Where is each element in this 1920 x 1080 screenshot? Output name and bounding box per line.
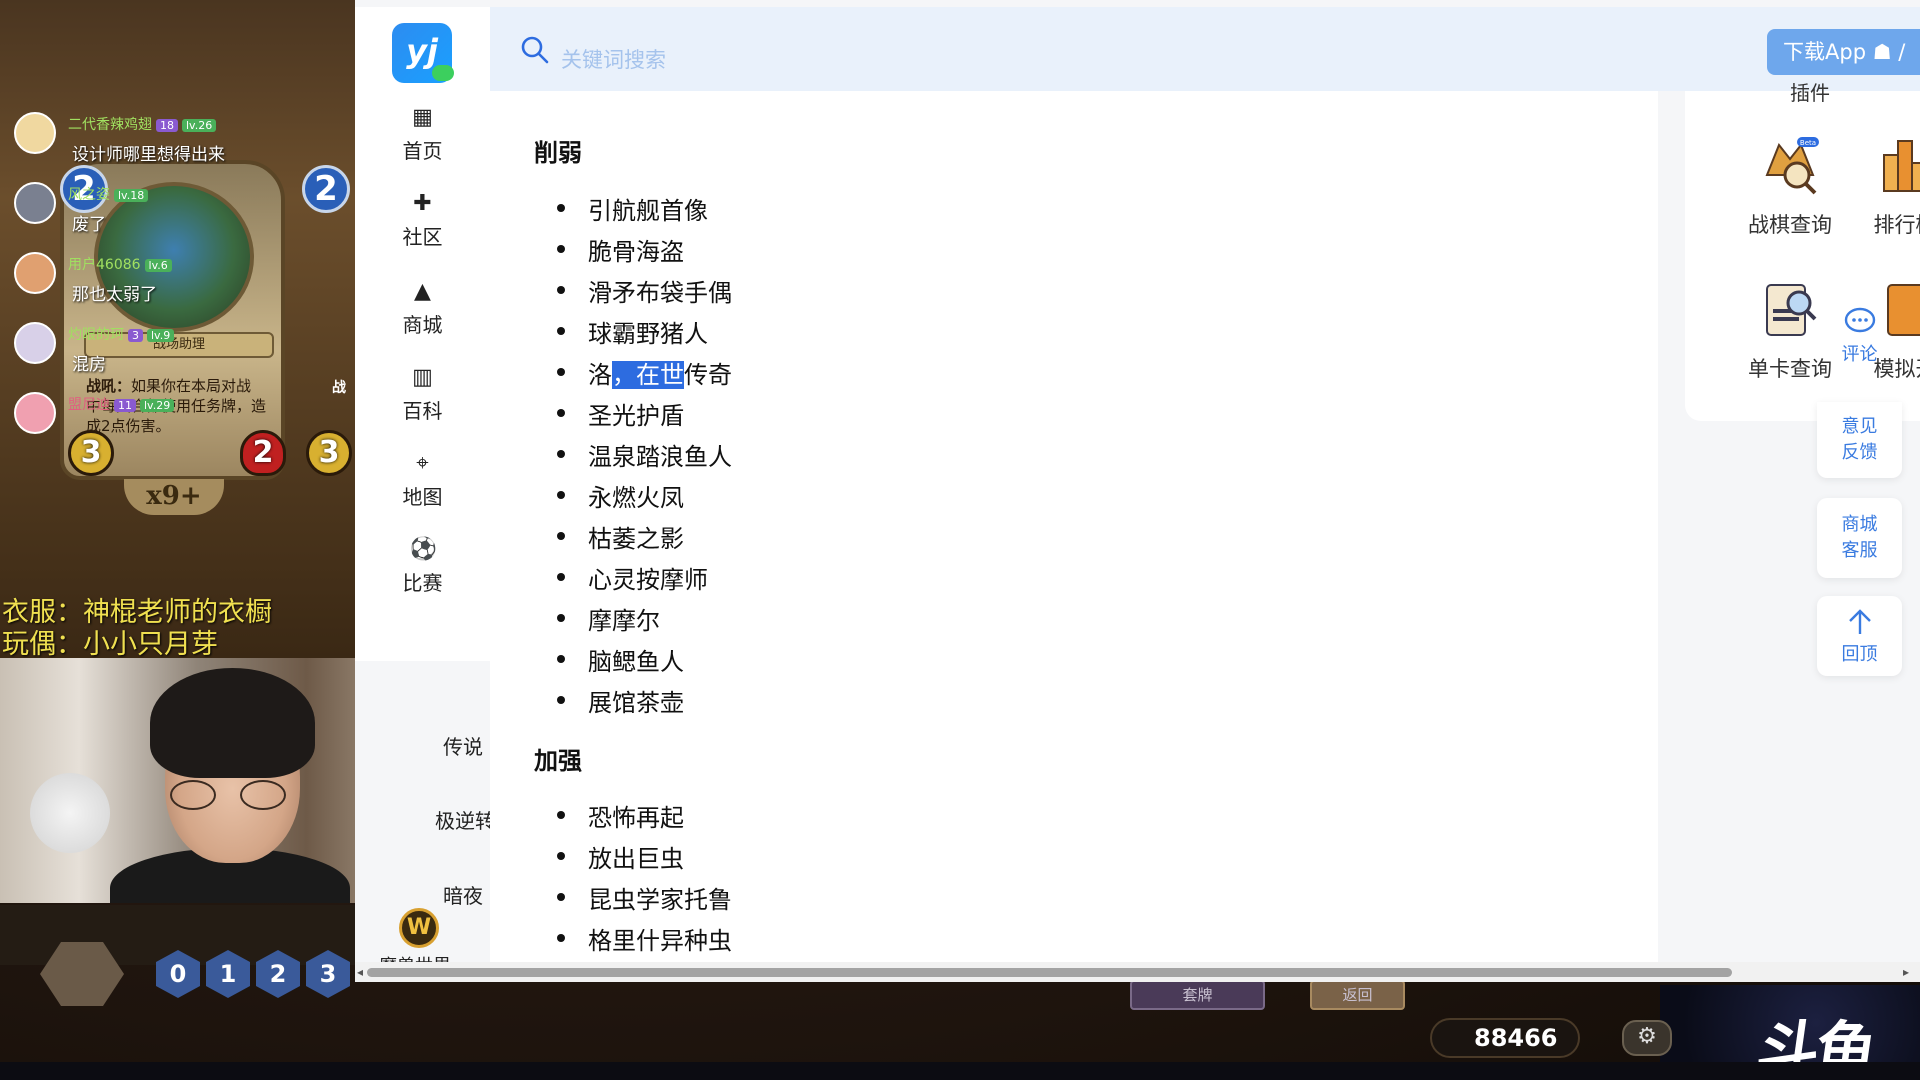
nav-wiki[interactable]: ▥ 百科 — [355, 365, 490, 435]
list-item: 温泉踏浪鱼人 — [557, 437, 732, 472]
fan — [30, 773, 110, 853]
horizontal-scrollbar[interactable]: ◂ ▸ — [355, 962, 1920, 982]
back-tab: 返回 — [1310, 980, 1405, 1010]
text-selection: ，在世 — [612, 361, 684, 389]
card-query-icon — [1766, 284, 1817, 336]
shop-icon: ▲ — [414, 279, 431, 304]
tool-leaderboard[interactable]: 排行榜 — [1850, 135, 1920, 239]
avatar — [14, 112, 56, 154]
avatar — [14, 322, 56, 364]
list-item: 摩摩尔 — [557, 601, 660, 636]
battleground-query-icon: Beta — [1765, 137, 1819, 195]
list-item: 恐怖再起 — [557, 798, 684, 833]
danmaku-message: 二代香辣鸡翅 18 lv.26 设计师哪里想得出来 — [14, 112, 254, 165]
section-heading-buff: 加强 — [534, 747, 582, 775]
home-icon: ▦ — [412, 105, 433, 130]
logo-box: yj — [355, 7, 490, 91]
nav-home[interactable]: ▦ 首页 — [355, 105, 490, 175]
match-icon: ⚽ — [409, 537, 437, 562]
comment-button[interactable]: 评论 — [1817, 298, 1902, 378]
left-nav: ▦ 首页 ✚ 社区 ▲ 商城 ▥ 百科 ⌖ 地图 ⚽ 比赛 — [355, 91, 490, 661]
deck-tab: 套牌 — [1130, 980, 1265, 1010]
list-item: 展馆茶壶 — [557, 683, 684, 718]
game-card-view: 战场助理 战吼：如果你在本局对战中每回合都使用任务牌，造成2点伤害。 x9+ 2… — [0, 0, 355, 660]
wow-icon: W — [399, 908, 439, 948]
danmaku-text: 混房 — [72, 355, 106, 375]
list-item-selected: 洛，在世传奇 — [557, 355, 732, 390]
gear-icon: ⚙ — [1622, 1020, 1672, 1056]
list-item: 永燃火凤 — [557, 478, 684, 513]
shop-service-button[interactable]: 商城 客服 — [1817, 498, 1902, 578]
list-item: 昆虫学家托鲁 — [557, 880, 732, 915]
back-to-top-button[interactable]: 回顶 — [1817, 596, 1902, 676]
second-card-attack: 3 — [306, 430, 352, 476]
browser-page: yj 关键词搜索 下载App ☗ / ▦ 首页 ✚ 社区 ▲ 商城 ▥ 百科 ⌖… — [355, 0, 1920, 982]
site-header: yj 关键词搜索 下载App ☗ / — [355, 7, 1920, 91]
danmaku-user: 二代香辣鸡翅 18 lv.26 — [68, 114, 217, 134]
avatar — [14, 392, 56, 434]
svg-text:Beta: Beta — [1800, 139, 1816, 147]
search-icon[interactable] — [520, 35, 550, 65]
scroll-left-icon[interactable]: ◂ — [357, 965, 363, 979]
danmaku-message: 风之姿 lv.18 废了 — [14, 182, 254, 235]
danmaku-user: 风之姿 lv.18 — [68, 184, 149, 204]
nav-shop[interactable]: ▲ 商城 — [355, 279, 490, 349]
arrow-up-icon — [1848, 609, 1871, 634]
scrollbar-thumb[interactable] — [367, 968, 1732, 977]
leaderboard-icon — [1883, 140, 1920, 192]
stream-overlay-toy: 玩偶：小小只月芽 — [2, 629, 218, 660]
section-heading-nerf: 削弱 — [534, 139, 582, 167]
search-input[interactable]: 关键词搜索 — [561, 44, 666, 74]
card-count: x9+ — [124, 479, 224, 515]
danmaku-text: 那也太弱了 — [72, 285, 157, 305]
nav-community[interactable]: ✚ 社区 — [355, 191, 490, 261]
list-item: 脑鳃鱼人 — [557, 642, 684, 677]
map-icon: ⌖ — [416, 451, 429, 476]
scroll-right-icon[interactable]: ▸ — [1903, 965, 1909, 979]
android-icon: ☗ — [1872, 40, 1892, 64]
list-item: 滑矛布袋手偶 — [557, 273, 732, 308]
avatar — [14, 182, 56, 224]
second-card-text: 战 — [332, 380, 346, 396]
list-item: 球霸野猪人 — [557, 314, 708, 349]
nav-partial-night[interactable]: 暗夜 — [443, 880, 483, 909]
danmaku-message: 灼眼的珂 3 lv.9 混房 — [14, 322, 254, 375]
article-content: 削弱 引航舰首像 脆骨海盗 滑矛布袋手偶 球霸野猪人 洛，在世传奇 圣光护盾 温… — [490, 91, 1658, 976]
download-app-button[interactable]: 下载App ☗ / — [1767, 29, 1920, 75]
danmaku-user: 灼眼的珂 3 lv.9 — [68, 324, 175, 344]
list-item: 枯萎之影 — [557, 519, 684, 554]
nav-partial-reversal[interactable]: 极逆转 — [435, 805, 495, 834]
nav-map[interactable]: ⌖ 地图 — [355, 451, 490, 521]
list-item: 脆骨海盗 — [557, 232, 684, 267]
header-partial-text: 插件 — [1790, 81, 1830, 105]
avatar — [14, 252, 56, 294]
danmaku-message: 盟尼迪 11 lv.29 — [14, 392, 254, 442]
danmaku-user: 盟尼迪 11 lv.29 — [68, 394, 175, 414]
tool-battleground-query[interactable]: Beta 战棋查询 — [1735, 135, 1845, 239]
danmaku-text: 废了 — [72, 215, 106, 235]
streamer-hair — [150, 668, 315, 778]
wiki-icon: ▥ — [412, 365, 433, 390]
danmaku-text: 设计师哪里想得出来 — [72, 145, 225, 165]
glasses — [170, 780, 290, 810]
community-icon: ✚ — [413, 191, 432, 216]
list-item: 心灵按摩师 — [557, 560, 708, 595]
danmaku-message: 用户46086 lv.6 那也太弱了 — [14, 252, 254, 305]
nav-match[interactable]: ⚽ 比赛 — [355, 537, 490, 607]
gold-counter: 88466 ▮ — [1430, 1018, 1580, 1080]
logo-mascot-icon — [432, 65, 454, 81]
comment-icon — [1844, 307, 1875, 333]
list-item: 放出巨虫 — [557, 839, 684, 874]
second-card-mana: 2 — [302, 165, 350, 213]
bottom-strip — [0, 1062, 1920, 1080]
list-item: 引航舰首像 — [557, 191, 708, 226]
list-item: 圣光护盾 — [557, 396, 684, 431]
danmaku-user: 用户46086 lv.6 — [68, 254, 172, 274]
nav-partial-legend[interactable]: 传说 — [443, 731, 483, 760]
feedback-button[interactable]: 意见 反馈 — [1817, 402, 1902, 478]
list-item: 格里什异种虫 — [557, 921, 732, 956]
